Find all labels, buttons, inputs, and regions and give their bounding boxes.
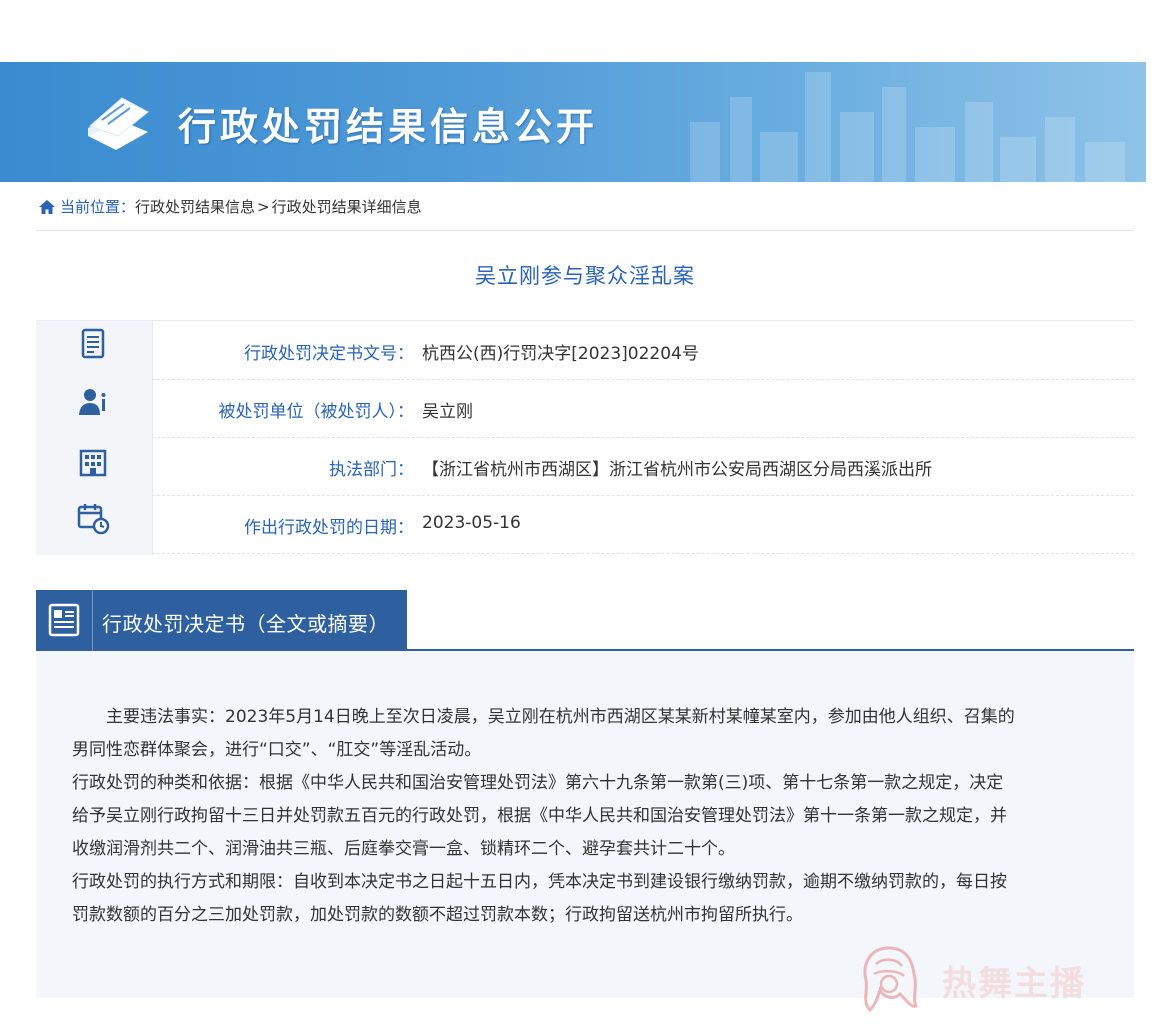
content-line: 行政处罚的执行方式和期限：自收到本决定书之日起十五日内，凭本决定书到建设银行缴纳… [72, 872, 1007, 892]
info-value: 杭西公(西)行罚决字[2023]02204号 [422, 344, 699, 364]
document-list-icon [76, 327, 110, 361]
banner-skyline [805, 72, 831, 182]
document-icon [36, 590, 93, 651]
watermark-logo-icon [863, 946, 919, 1013]
banner-skyline [840, 112, 874, 182]
info-label: 被处罚单位（被处罚人）： [218, 402, 415, 422]
content-paragraph: 行政处罚的执行方式和期限：自收到本决定书之日起十五日内，凭本决定书到建设银行缴纳… [72, 866, 1102, 932]
banner-skyline [1000, 137, 1036, 182]
content-paragraph: 主要违法事实：2023年5月14日晚上至次日凌晨，吴立刚在杭州市西湖区某某新村某… [72, 701, 1102, 767]
person-info-icon [76, 385, 110, 419]
page-banner: 行政处罚结果信息公开 [0, 62, 1146, 182]
content-paragraph: 行政处罚的种类和依据：根据《中华人民共和国治安管理处罚法》第六十九条第一款第(三… [72, 767, 1102, 866]
breadcrumb-current: 行政处罚结果详细信息 [271, 198, 422, 216]
info-value: 【浙江省杭州市西湖区】浙江省杭州市公安局西湖区分局西溪派出所 [422, 460, 932, 480]
info-label: 作出行政处罚的日期： [244, 518, 414, 538]
info-label: 执法部门： [329, 460, 414, 480]
breadcrumb: 当前位置： 行政处罚结果信息 > 行政处罚结果详细信息 [38, 196, 422, 217]
breadcrumb-prefix: 当前位置： [60, 198, 136, 216]
banner-skyline [760, 132, 798, 182]
banner-skyline [690, 122, 720, 182]
banner-skyline [1085, 142, 1125, 182]
building-icon [76, 445, 110, 479]
banner-skyline [882, 87, 906, 182]
section-header: 行政处罚决定书（全文或摘要） [36, 590, 407, 651]
info-row-decision-number: 行政处罚决定书文号： 杭西公(西)行罚决字[2023]02204号 [152, 321, 1134, 380]
info-value: 2023-05-16 [422, 513, 521, 533]
calendar-clock-icon [76, 501, 110, 535]
info-row-penalized-party: 被处罚单位（被处罚人）： 吴立刚 [152, 379, 1134, 438]
divider [36, 230, 1134, 231]
info-value: 吴立刚 [422, 402, 473, 422]
book-icon [88, 97, 149, 150]
banner-skyline [915, 127, 955, 182]
info-label: 行政处罚决定书文号： [244, 344, 414, 364]
breadcrumb-separator: > [257, 197, 270, 216]
icon-column [36, 321, 153, 555]
content-line: 行政处罚的种类和依据：根据《中华人民共和国治安管理处罚法》第六十九条第一款第(三… [72, 773, 1004, 793]
info-table: 行政处罚决定书文号： 杭西公(西)行罚决字[2023]02204号 被处罚单位（… [36, 320, 1134, 555]
section-title: 行政处罚决定书（全文或摘要） [102, 612, 389, 636]
content-line: 收缴润滑剂共二个、润滑油共三瓶、后庭拳交膏一盒、锁精环二个、避孕套共计二十个。 [72, 839, 735, 859]
banner-skyline [965, 102, 993, 182]
content-line: 给予吴立刚行政拘留十三日并处罚款五百元的行政处罚，根据《中华人民共和国治安管理处… [72, 806, 1007, 826]
banner-skyline [730, 97, 752, 182]
case-title: 吴立刚参与聚众淫乱案 [475, 264, 695, 288]
info-row-date: 作出行政处罚的日期： 2023-05-16 [152, 495, 1134, 554]
watermark-text: 热舞主播 [942, 963, 1086, 1004]
content-line: 罚款数额的百分之三加处罚款，加处罚款的数额不超过罚款本数；行政拘留送杭州市拘留所… [72, 905, 803, 925]
breadcrumb-link-results[interactable]: 行政处罚结果信息 [135, 196, 255, 217]
banner-skyline [1045, 117, 1075, 182]
banner-title: 行政处罚结果信息公开 [178, 105, 599, 149]
content-line: 男同性恋群体聚会，进行“口交”、“肛交”等淫乱活动。 [72, 740, 482, 760]
content-line: 主要违法事实：2023年5月14日晚上至次日凌晨，吴立刚在杭州市西湖区某某新村某… [106, 707, 1015, 727]
watermark: 热舞主播 [856, 944, 1086, 1016]
home-icon [39, 199, 55, 214]
info-row-department: 执法部门： 【浙江省杭州市西湖区】浙江省杭州市公安局西湖区分局西溪派出所 [152, 437, 1134, 496]
